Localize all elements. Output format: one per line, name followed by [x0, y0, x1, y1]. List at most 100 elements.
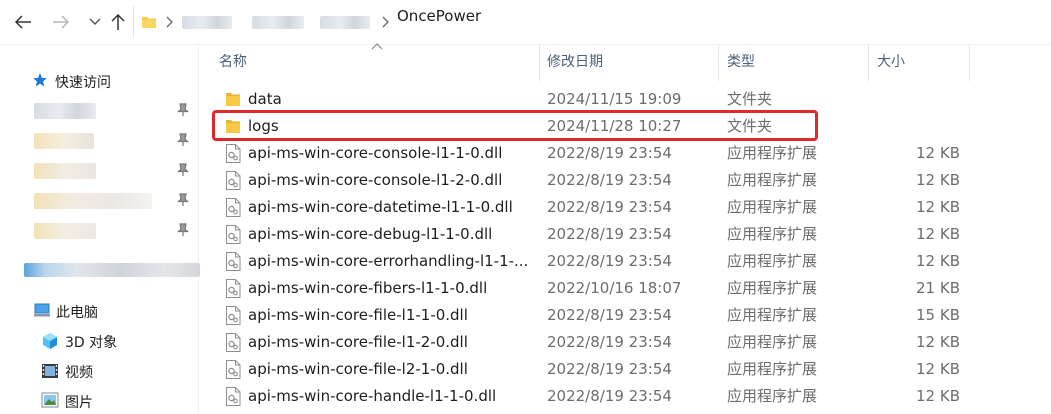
- dll-file-icon: [226, 144, 241, 163]
- 3d-objects-icon: [43, 333, 57, 349]
- navigation-bar: OncePower: [0, 0, 1051, 45]
- file-size: 12 KB: [916, 252, 960, 270]
- sidebar-item-redacted[interactable]: [0, 97, 197, 125]
- sidebar-item-label: 3D 对象: [65, 335, 118, 351]
- pictures-icon: [41, 392, 59, 408]
- pin-icon: [177, 223, 189, 236]
- sidebar-item-redacted[interactable]: [0, 257, 200, 285]
- column-header-name[interactable]: 名称: [211, 45, 540, 81]
- navigation-pane: 快速访问 此电脑 3D 对象 视频 图片: [0, 45, 200, 414]
- chevron-down-icon: [89, 18, 101, 25]
- file-name: api-ms-win-core-file-l1-2-0.dll: [248, 333, 468, 351]
- sidebar-item-redacted[interactable]: [0, 217, 197, 245]
- file-modified-date: 2022/8/19 23:54: [547, 306, 672, 324]
- file-row[interactable]: api-ms-win-core-file-l2-1-0.dll 2022/8/19…: [199, 356, 1051, 383]
- file-row[interactable]: api-ms-win-core-fibers-l1-1-0.dll 2022/10…: [199, 275, 1051, 302]
- sidebar-item-redacted[interactable]: [0, 187, 197, 215]
- file-row[interactable]: api-ms-win-core-datetime-l1-1-0.dll 2022/…: [199, 194, 1051, 221]
- pin-icon: [177, 163, 189, 176]
- file-size: 12 KB: [916, 171, 960, 189]
- sidebar-item-videos[interactable]: 视频: [0, 357, 197, 385]
- file-size: 12 KB: [916, 387, 960, 405]
- file-type: 应用程序扩展: [727, 333, 818, 351]
- file-size: [859, 113, 960, 140]
- file-name: api-ms-win-core-fibers-l1-1-0.dll: [248, 279, 488, 297]
- folder-icon: [226, 120, 240, 133]
- redacted-path-segment: [182, 16, 232, 29]
- file-size: 12 KB: [916, 144, 960, 162]
- file-name: api-ms-win-core-console-l1-1-0.dll: [248, 144, 503, 162]
- star-icon: [33, 73, 47, 87]
- file-size: 12 KB: [916, 198, 960, 216]
- sidebar-item-3d-objects[interactable]: 3D 对象: [0, 327, 197, 355]
- column-header-type[interactable]: 类型: [719, 45, 869, 81]
- sidebar-item-redacted[interactable]: [0, 157, 197, 185]
- dll-file-icon: [226, 279, 241, 298]
- file-type: 应用程序扩展: [727, 225, 818, 243]
- dll-file-icon: [226, 252, 241, 271]
- file-row[interactable]: data 2024/11/15 19:09 文件夹: [199, 86, 1051, 113]
- file-name: api-ms-win-core-errorhandling-l1-1-...: [248, 252, 529, 270]
- file-row[interactable]: api-ms-win-core-console-l1-2-0.dll 2022/8…: [199, 167, 1051, 194]
- videos-icon: [42, 364, 58, 378]
- file-modified-date: 2022/8/19 23:54: [547, 387, 672, 405]
- arrow-right-icon: [53, 15, 70, 29]
- redacted-label: [24, 263, 200, 277]
- file-modified-date: 2022/8/19 23:54: [547, 144, 672, 162]
- file-row[interactable]: api-ms-win-core-console-l1-1-0.dll 2022/8…: [199, 140, 1051, 167]
- address-bar[interactable]: [133, 6, 1051, 38]
- file-modified-date: 2022/8/19 23:54: [547, 198, 672, 216]
- file-type: 应用程序扩展: [727, 144, 818, 162]
- file-row[interactable]: api-ms-win-core-file-l1-1-0.dll 2022/8/19…: [199, 302, 1051, 329]
- computer-icon: [34, 303, 50, 317]
- dll-file-icon: [226, 333, 241, 352]
- file-name: logs: [248, 117, 279, 135]
- chevron-right-icon: [166, 16, 173, 28]
- column-header-size[interactable]: 大小: [869, 45, 970, 81]
- dll-file-icon: [226, 306, 241, 325]
- sidebar-item-quick-access[interactable]: 快速访问: [0, 67, 197, 95]
- file-modified-date: 2022/8/19 23:54: [547, 252, 672, 270]
- dll-file-icon: [226, 225, 241, 244]
- file-name: api-ms-win-core-file-l1-1-0.dll: [248, 306, 468, 324]
- file-row[interactable]: api-ms-win-core-file-l1-2-0.dll 2022/8/19…: [199, 329, 1051, 356]
- file-size: 12 KB: [916, 225, 960, 243]
- redacted-label: [34, 163, 96, 179]
- file-row[interactable]: logs 2024/11/28 10:27 文件夹: [199, 113, 1051, 140]
- file-size: 12 KB: [916, 360, 960, 378]
- column-header-date[interactable]: 修改日期: [539, 45, 719, 81]
- file-modified-date: 2022/8/19 23:54: [547, 360, 672, 378]
- up-button[interactable]: [105, 9, 131, 35]
- dll-file-icon: [226, 387, 241, 406]
- redacted-label: [34, 223, 96, 239]
- forward-button[interactable]: [48, 9, 74, 35]
- file-row[interactable]: api-ms-win-core-handle-l1-1-0.dll 2022/8/…: [199, 383, 1051, 410]
- redacted-path-segment: [320, 16, 370, 29]
- sidebar-item-label: 视频: [65, 365, 93, 381]
- file-size: 12 KB: [916, 333, 960, 351]
- back-button[interactable]: [10, 9, 36, 35]
- file-type: 应用程序扩展: [727, 306, 818, 324]
- file-size: 15 KB: [916, 306, 960, 324]
- sidebar-item-pictures[interactable]: 图片: [0, 387, 197, 414]
- file-type: 应用程序扩展: [727, 279, 818, 297]
- file-name: api-ms-win-core-console-l1-2-0.dll: [248, 171, 503, 189]
- sidebar-item-redacted[interactable]: [0, 127, 197, 155]
- pin-icon: [177, 133, 189, 146]
- redacted-path-segment: [252, 16, 304, 29]
- pin-icon: [177, 103, 189, 116]
- column-header-row: 名称 修改日期 类型 大小: [199, 43, 1051, 81]
- file-modified-date: 2022/8/19 23:54: [547, 171, 672, 189]
- file-type: 应用程序扩展: [727, 198, 818, 216]
- sidebar-item-this-pc[interactable]: 此电脑: [0, 297, 197, 325]
- address-current-folder[interactable]: OncePower: [397, 7, 481, 25]
- pin-icon: [177, 193, 189, 206]
- file-row[interactable]: api-ms-win-core-debug-l1-1-0.dll 2022/8/1…: [199, 221, 1051, 248]
- file-type: 应用程序扩展: [727, 360, 818, 378]
- file-name: api-ms-win-core-debug-l1-1-0.dll: [248, 225, 493, 243]
- file-row[interactable]: api-ms-win-core-errorhandling-l1-1-... 20…: [199, 248, 1051, 275]
- redacted-label: [34, 193, 152, 209]
- sidebar-item-label: 此电脑: [56, 305, 98, 321]
- file-list: 名称 修改日期 类型 大小 data 2024/11/15 19:09 文件夹 log…: [199, 43, 1051, 414]
- file-modified-date: 2022/10/16 18:07: [547, 279, 682, 297]
